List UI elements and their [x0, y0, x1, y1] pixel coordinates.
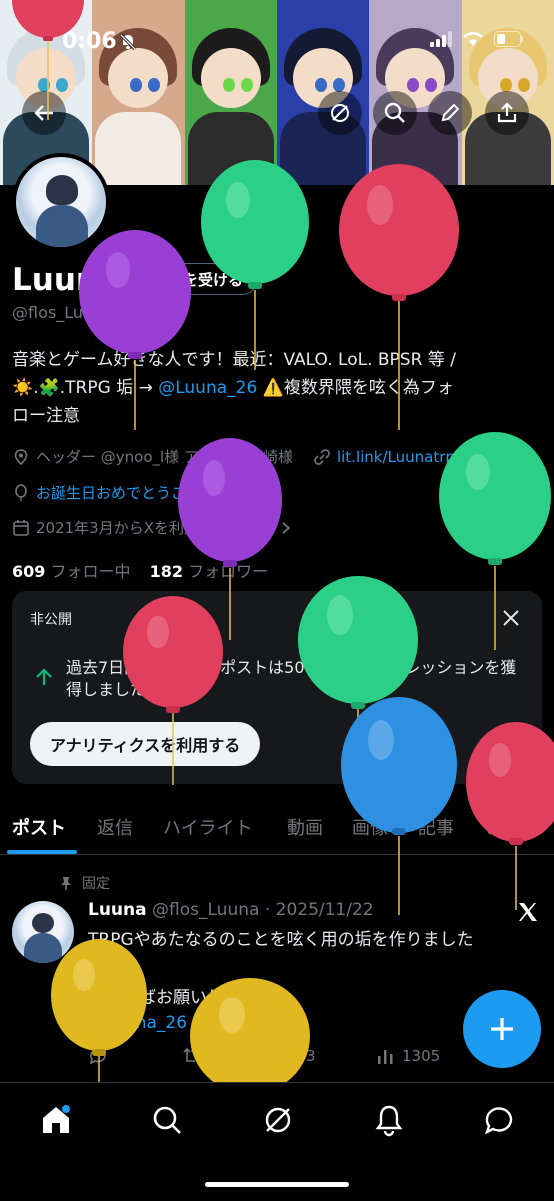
search-icon [153, 1106, 181, 1134]
bell-icon [375, 1105, 403, 1137]
balloon [79, 230, 191, 430]
balloon [51, 939, 147, 1082]
balloon [190, 978, 310, 1094]
nav-grok[interactable] [261, 1103, 295, 1137]
chat-bubble-icon [484, 1107, 513, 1135]
balloon [123, 596, 223, 785]
plus-icon [491, 1018, 513, 1040]
home-icon [43, 1105, 70, 1133]
balloon [341, 697, 457, 915]
home-indicator [205, 1182, 349, 1187]
balloon [466, 722, 554, 910]
nav-home[interactable] [39, 1103, 73, 1137]
balloon [439, 432, 551, 650]
grok-icon [265, 1107, 291, 1133]
balloon [201, 160, 309, 370]
nav-notifications[interactable] [372, 1103, 406, 1137]
balloon [12, 0, 84, 120]
balloon [339, 164, 459, 430]
compose-post-button[interactable] [463, 990, 541, 1068]
nav-messages[interactable] [482, 1103, 516, 1137]
nav-search[interactable] [150, 1103, 184, 1137]
